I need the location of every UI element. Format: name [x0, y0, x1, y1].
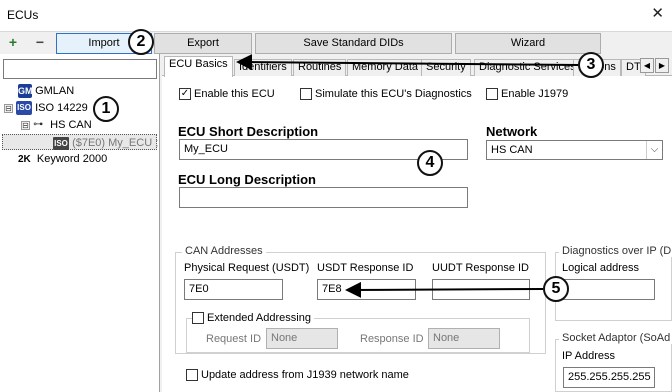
- enable-j1979-checkbox[interactable]: Enable J1979: [486, 88, 568, 101]
- socket-adaptor-legend: Socket Adaptor (SoAd: [559, 332, 672, 344]
- uudt-response-input[interactable]: [432, 279, 530, 300]
- simulate-ecu-checkbox[interactable]: Simulate this ECU's Diagnostics: [300, 88, 472, 101]
- title-bar: ECUs ✕: [0, 0, 672, 31]
- close-icon[interactable]: ✕: [651, 6, 664, 21]
- ip-address-input[interactable]: 255.255.255.255: [563, 367, 655, 388]
- usdt-response-label: USDT Response ID: [317, 262, 414, 274]
- tree-filter-input[interactable]: [3, 59, 157, 79]
- tab-ecu-basics[interactable]: ECU Basics: [164, 56, 233, 77]
- long-description-input[interactable]: [179, 187, 468, 208]
- checkbox-box[interactable]: [192, 312, 204, 325]
- checkbox-box[interactable]: ✓: [179, 88, 191, 101]
- tree-item-label: ISO 14229: [35, 102, 88, 114]
- logical-address-label: Logical address: [562, 262, 640, 274]
- physical-request-label: Physical Request (USDT): [184, 262, 310, 274]
- remove-icon[interactable]: −: [31, 35, 49, 51]
- network-label: Network: [486, 124, 538, 139]
- tab-memory-data[interactable]: Memory Data: [347, 59, 424, 76]
- iso-icon: ISO: [16, 101, 33, 116]
- enable-ecu-checkbox[interactable]: ✓ Enable this ECU: [179, 88, 275, 101]
- callout-2: 2: [128, 29, 154, 55]
- save-standard-dids-button[interactable]: Save Standard DIDs: [255, 33, 452, 54]
- tree-item-my-ecu[interactable]: ISO ($7E0) My_ECU ;: [2, 134, 159, 150]
- tree-item-label: Keyword 2000: [36, 153, 108, 165]
- tree-item-label: HS CAN: [50, 119, 92, 131]
- kw2000-icon: 2K: [18, 154, 31, 165]
- extended-addressing-checkbox[interactable]: Extended Addressing: [192, 312, 314, 325]
- tab-diagnostic-services[interactable]: Diagnostic Services: [474, 59, 581, 76]
- checkbox-box[interactable]: [300, 88, 312, 101]
- toolbar: + − Import Export Save Standard DIDs Wiz…: [0, 31, 672, 54]
- callout-5: 5: [543, 276, 569, 302]
- callout-4: 4: [417, 150, 443, 176]
- can-addresses-legend: CAN Addresses: [182, 245, 266, 257]
- logical-address-input[interactable]: [563, 279, 655, 300]
- tree-item-keyword-2000[interactable]: 2K Keyword 2000: [18, 151, 107, 167]
- checkbox-box[interactable]: [186, 369, 198, 382]
- network-icon: ⊶: [33, 119, 44, 131]
- window-title: ECUs: [7, 8, 39, 22]
- ecu-basics-panel: ✓ Enable this ECU Simulate this ECU's Dia…: [162, 76, 672, 392]
- tab-security[interactable]: Security: [421, 59, 471, 76]
- checkbox-label: Simulate this ECU's Diagnostics: [315, 88, 472, 100]
- response-id-input[interactable]: None: [428, 328, 500, 349]
- gmlan-icon: GM: [18, 84, 33, 99]
- checkbox-box[interactable]: [486, 88, 498, 101]
- checkbox-label: Update address from J1939 network name: [201, 369, 409, 381]
- long-description-label: ECU Long Description: [178, 172, 316, 187]
- tab-scroll-right-icon[interactable]: ▶: [655, 58, 669, 73]
- tree-item-iso14229[interactable]: ⊟ ISO ISO 14229: [4, 100, 88, 116]
- uudt-response-label: UUDT Response ID: [432, 262, 529, 274]
- network-select-value: HS CAN: [491, 144, 533, 156]
- physical-request-input[interactable]: 7E0: [184, 279, 283, 300]
- tree-item-hs-can[interactable]: ⊟ ⊶ HS CAN: [21, 117, 92, 133]
- usdt-response-input[interactable]: 7E8: [317, 279, 416, 300]
- callout-3: 3: [578, 52, 604, 78]
- tree-item-label: ($7E0) My_ECU ;: [72, 137, 159, 149]
- ecu-icon: ISO: [53, 136, 69, 150]
- request-id-input[interactable]: None: [266, 328, 338, 349]
- checkbox-label: Enable J1979: [501, 88, 569, 100]
- wizard-button[interactable]: Wizard: [455, 33, 601, 54]
- chevron-down-icon[interactable]: ⌵: [646, 141, 662, 159]
- tab-identifiers[interactable]: Identifiers: [234, 59, 292, 76]
- response-id-label: Response ID: [360, 333, 424, 345]
- add-icon[interactable]: +: [4, 35, 22, 51]
- network-select[interactable]: HS CAN ⌵: [486, 140, 663, 160]
- tree-item-label: GMLAN: [35, 85, 75, 97]
- checkbox-label: Extended Addressing: [207, 312, 311, 324]
- export-button[interactable]: Export: [154, 33, 252, 54]
- checkbox-label: Enable this ECU: [194, 88, 275, 100]
- ecu-details-pane: ECU Basics Identifiers Routines Memory D…: [162, 54, 672, 392]
- short-description-label: ECU Short Description: [178, 124, 319, 139]
- doip-legend: Diagnostics over IP (D: [559, 245, 672, 257]
- tab-scroll-left-icon[interactable]: ◀: [640, 58, 654, 73]
- collapse-icon[interactable]: ⊟: [4, 103, 13, 113]
- ecu-tree-pane: GM GMLAN ⊟ ISO ISO 14229 ⊟ ⊶ HS CAN ISO …: [0, 54, 160, 392]
- ip-address-label: IP Address: [562, 350, 615, 362]
- j1939-update-checkbox[interactable]: Update address from J1939 network name: [186, 369, 409, 382]
- tab-routines[interactable]: Routines: [293, 59, 347, 76]
- callout-1: 1: [93, 96, 119, 122]
- tree-item-gmlan[interactable]: GM GMLAN: [18, 83, 74, 99]
- request-id-label: Request ID: [206, 333, 262, 345]
- collapse-icon[interactable]: ⊟: [21, 120, 30, 130]
